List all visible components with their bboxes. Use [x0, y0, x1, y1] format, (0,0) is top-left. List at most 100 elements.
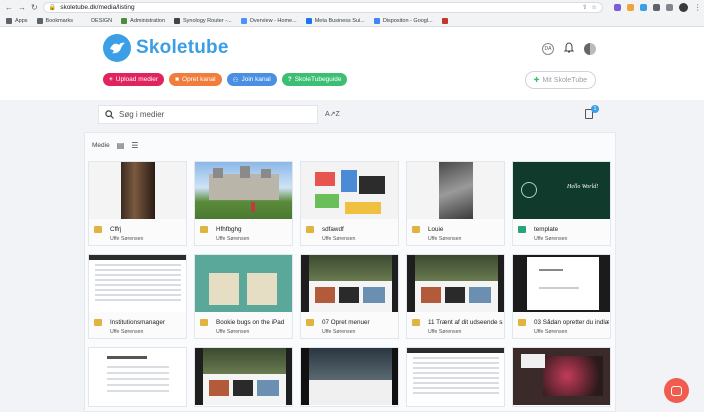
browser-menu-icon[interactable]: ⋮: [694, 3, 702, 12]
list-view-icon[interactable]: ☰: [131, 141, 138, 150]
forward-icon[interactable]: →: [18, 3, 26, 12]
video-type-icon: [306, 319, 314, 326]
media-owner: Uffe Sørensen: [428, 236, 462, 242]
video-type-icon: [94, 226, 102, 233]
view-label: Medie: [92, 142, 110, 149]
bookmark-label: Meta Business Sui...: [314, 17, 365, 24]
media-title[interactable]: 03 Sådan opretter du indlæg: [534, 319, 609, 326]
sort-az-icon[interactable]: A↗Z: [325, 110, 340, 118]
media-card[interactable]: 03 Sådan opretter du indlæg Uffe Sørensen: [512, 254, 611, 339]
media-thumbnail[interactable]: [195, 348, 292, 405]
media-card-info: template Uffe Sørensen: [513, 219, 610, 245]
presentation-type-icon: [518, 226, 526, 233]
bookmark-item[interactable]: Bookmarks: [36, 17, 74, 24]
media-thumbnail[interactable]: [407, 255, 504, 312]
create-channel-button[interactable]: ■ Opret kanal: [169, 73, 222, 86]
back-icon[interactable]: ←: [5, 3, 13, 12]
media-card[interactable]: Hfhfbghg Uffe Sørensen: [194, 161, 293, 246]
media-thumbnail[interactable]: [89, 348, 186, 405]
media-thumbnail[interactable]: [89, 162, 186, 219]
join-channel-button[interactable]: ⚇ Join kanal: [226, 73, 277, 86]
bookmark-label: Bookmarks: [45, 17, 74, 24]
media-title[interactable]: 07 Opret menuer: [322, 319, 397, 326]
media-thumbnail[interactable]: [195, 162, 292, 219]
media-card[interactable]: Louie Uffe Sørensen: [406, 161, 505, 246]
media-card[interactable]: Institutionsmanager Uffe Sørensen: [88, 254, 187, 339]
media-card[interactable]: Bookie bugs on the iPad Uffe Sørensen: [194, 254, 293, 339]
bookmark-item[interactable]: Synology Router -...: [174, 17, 232, 24]
extension-icon[interactable]: [626, 4, 634, 11]
media-thumbnail[interactable]: [89, 255, 186, 312]
bookmark-label: Synology Router -...: [183, 17, 232, 24]
search-input[interactable]: Søg i medier: [98, 105, 318, 124]
media-thumbnail[interactable]: [301, 348, 398, 405]
chat-icon: [671, 385, 682, 396]
media-thumbnail[interactable]: [407, 348, 504, 405]
media-title[interactable]: 11 Trænt af dit udseende så...: [428, 319, 503, 326]
media-card[interactable]: [406, 347, 505, 407]
bookmark-item[interactable]: Overview - Home...: [240, 17, 297, 24]
media-thumbnail[interactable]: [195, 255, 292, 312]
media-title[interactable]: sdfawdf: [322, 226, 397, 233]
share-icon[interactable]: ⇧: [582, 4, 587, 11]
browser-profile-avatar[interactable]: [678, 3, 688, 12]
bookmark-label: DESIGN: [91, 17, 113, 24]
bookmark-label: Dispositon - Googl...: [382, 17, 433, 24]
cart-count-badge: 1: [591, 105, 599, 113]
grid-view-icon[interactable]: ▤: [117, 141, 125, 150]
media-card[interactable]: 07 Opret menuer Uffe Sørensen: [300, 254, 399, 339]
media-card-info: Hfhfbghg Uffe Sørensen: [195, 219, 292, 245]
extension-icon[interactable]: [613, 4, 621, 11]
video-type-icon: [200, 319, 208, 326]
header-user-area: DA: [542, 42, 596, 56]
admin-icon: [121, 17, 128, 24]
notification-bell-icon[interactable]: [563, 42, 575, 56]
puzzle-icon[interactable]: [652, 4, 660, 11]
chat-button[interactable]: [664, 378, 689, 403]
bookmark-item[interactable]: [441, 17, 451, 24]
bookmark-item[interactable]: Meta Business Sui...: [305, 17, 365, 24]
mit-skoletube-button[interactable]: ✚ Mit SkoleTube: [524, 71, 596, 89]
media-card[interactable]: sdfawdf Uffe Sørensen: [300, 161, 399, 246]
media-thumbnail[interactable]: [513, 348, 610, 405]
lock-icon: 🔒: [48, 5, 57, 11]
skoletube-logo[interactable]: Skoletube: [103, 34, 229, 62]
skoletube-guide-button[interactable]: ? SkoleTubeguide: [281, 73, 348, 86]
doc-icon: [373, 17, 380, 24]
media-card[interactable]: Cffrj Uffe Sørensen: [88, 161, 187, 246]
media-card[interactable]: [194, 347, 293, 407]
media-title[interactable]: template: [534, 226, 609, 233]
media-card[interactable]: Hello World! template Uffe Sørensen: [512, 161, 611, 246]
media-card[interactable]: [88, 347, 187, 407]
bookmark-item[interactable]: Administration: [121, 17, 165, 24]
bookmark-item[interactable]: Apps: [6, 17, 28, 24]
media-thumbnail[interactable]: Hello World!: [513, 162, 610, 219]
action-icon: ⚇: [232, 76, 239, 84]
bird-logo-icon: [103, 34, 131, 62]
media-title[interactable]: Louie: [428, 226, 503, 233]
app-header: Skoletube DA + Upload medier ■ Opret kanal ⚇…: [0, 27, 704, 100]
media-owner: Uffe Sørensen: [534, 236, 568, 242]
bookmark-item[interactable]: Dispositon - Googl...: [373, 17, 433, 24]
media-thumbnail[interactable]: [407, 162, 504, 219]
media-card[interactable]: 11 Trænt af dit udseende så... Uffe Søren…: [406, 254, 505, 339]
bookmark-star-icon[interactable]: ☆: [591, 4, 596, 11]
media-thumbnail[interactable]: [301, 162, 398, 219]
media-title[interactable]: Institutionsmanager: [110, 319, 185, 326]
upload-media-button[interactable]: + Upload medier: [103, 73, 165, 86]
media-title[interactable]: Cffrj: [110, 226, 185, 233]
sidebar-icon[interactable]: [665, 4, 673, 11]
media-thumbnail[interactable]: [301, 255, 398, 312]
media-title[interactable]: Hfhfbghg: [216, 226, 291, 233]
reload-icon[interactable]: ↻: [31, 3, 38, 12]
media-card[interactable]: [300, 347, 399, 407]
media-card[interactable]: [512, 347, 611, 407]
bookmark-item[interactable]: DESIGN: [82, 17, 113, 24]
media-card-info: Bookie bugs on the iPad Uffe Sørensen: [195, 312, 292, 338]
extension-icon[interactable]: [639, 4, 647, 11]
language-selector[interactable]: DA: [542, 43, 554, 55]
user-avatar[interactable]: [584, 43, 596, 55]
address-bar[interactable]: 🔒 skoletube.dk/media/listing ⇧ ☆: [42, 2, 603, 13]
media-title[interactable]: Bookie bugs on the iPad: [216, 319, 291, 326]
media-thumbnail[interactable]: [513, 255, 610, 312]
